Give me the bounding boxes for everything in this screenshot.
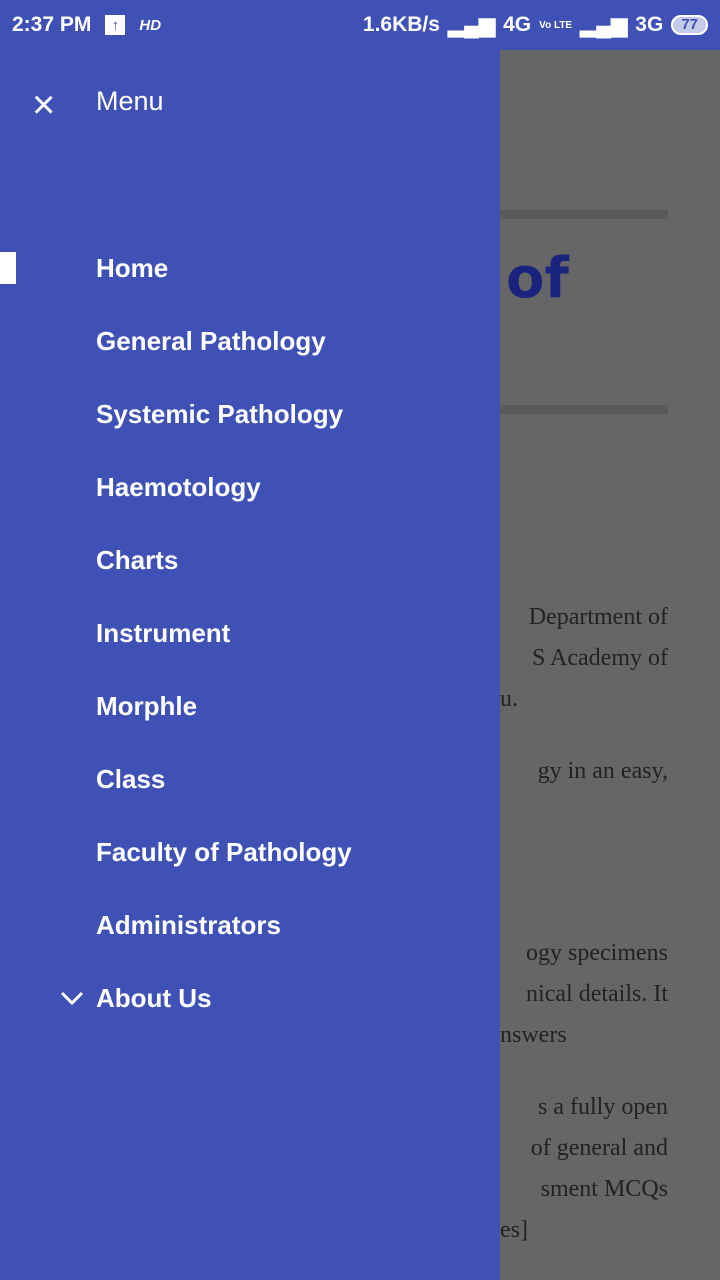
menu-title: Menu xyxy=(96,86,164,116)
text-line: sment MCQs xyxy=(540,1176,668,1202)
nav-item-general-pathology[interactable]: General Pathology xyxy=(96,326,326,357)
nav-item-administrators[interactable]: Administrators xyxy=(96,910,281,941)
text-line: Department of xyxy=(528,604,668,630)
text-line: S Academy of xyxy=(532,645,668,671)
text-line: ogy specimens xyxy=(526,940,668,966)
chevron-down-icon[interactable] xyxy=(60,990,84,1006)
page-content-scrim[interactable]: of Department of S Academy of u. gy in a… xyxy=(500,50,720,1280)
nav-item-morphle[interactable]: Morphle xyxy=(96,691,197,722)
navigation-drawer: × Menu Home General Pathology Systemic P… xyxy=(0,50,500,1280)
text-line: of general and xyxy=(530,1135,668,1161)
text-line: s a fully open xyxy=(538,1094,668,1120)
signal-icon-2: ▂▄▆ xyxy=(580,13,628,37)
nav-item-about-us[interactable]: About Us xyxy=(96,983,212,1014)
signal-icon: ▂▄▆ xyxy=(447,13,496,37)
close-icon[interactable]: × xyxy=(32,85,55,125)
hd-icon: HD xyxy=(139,16,162,34)
nav-item-faculty[interactable]: Faculty of Pathology xyxy=(96,837,352,868)
nav-item-haemotology[interactable]: Haemotology xyxy=(96,472,261,503)
network-speed: 1.6KB/s xyxy=(362,13,440,36)
upload-icon: ↑ xyxy=(105,15,126,35)
network-type-1: 4G xyxy=(503,13,532,36)
text-line: es] xyxy=(500,1217,528,1243)
nav-item-charts[interactable]: Charts xyxy=(96,545,178,576)
status-bar: 2:37 PM ↑ HD 1.6KB/s ▂▄▆ 4G Vo LTE ▂▄▆ 3… xyxy=(0,0,720,50)
divider xyxy=(500,210,668,219)
volte-icon: Vo LTE xyxy=(539,19,573,31)
nav-item-instrument[interactable]: Instrument xyxy=(96,618,230,649)
battery-icon: 77 xyxy=(671,15,708,35)
text-line: nswers xyxy=(500,1022,567,1048)
nav-item-home[interactable]: Home xyxy=(96,253,168,284)
text-line: nical details. It xyxy=(526,981,668,1007)
nav-item-class[interactable]: Class xyxy=(96,764,165,795)
page-heading: of xyxy=(506,246,569,311)
text-line: u. xyxy=(500,686,518,712)
divider xyxy=(500,405,668,414)
selected-indicator xyxy=(0,252,16,284)
nav-item-systemic-pathology[interactable]: Systemic Pathology xyxy=(96,399,343,430)
text-line: gy in an easy, xyxy=(537,758,668,784)
network-type-2: 3G xyxy=(635,13,664,36)
time: 2:37 PM xyxy=(12,13,92,36)
